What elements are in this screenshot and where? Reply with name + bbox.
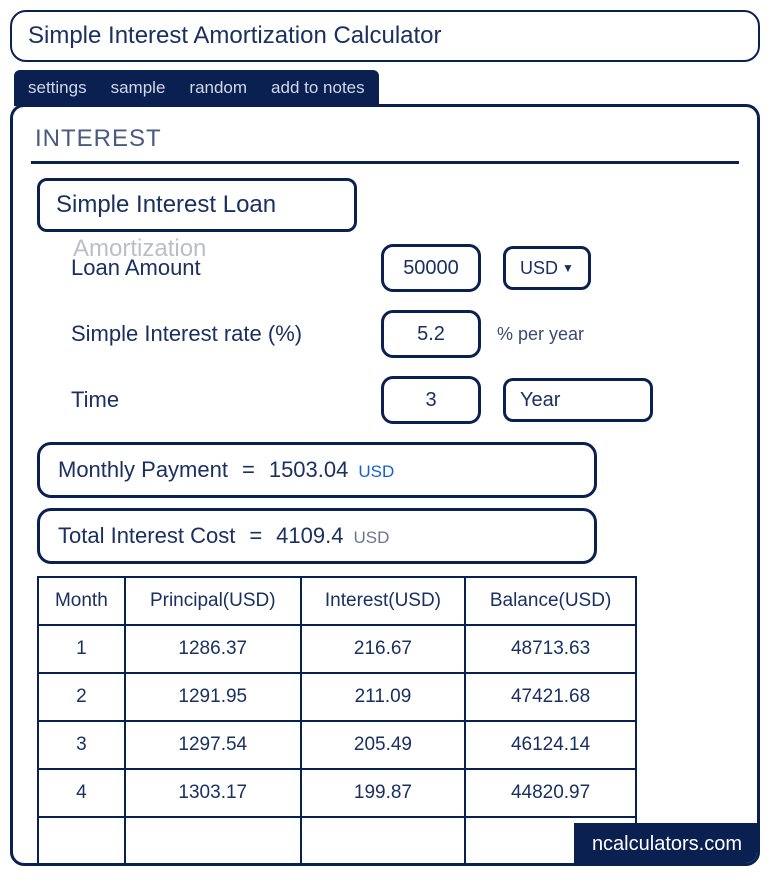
section-title: INTEREST (31, 119, 739, 164)
form: Loan Amount 50000 USD ▼ Simple Interest … (71, 244, 739, 424)
cell-empty (301, 817, 465, 865)
cell-principal: 1303.17 (125, 769, 301, 817)
brand-badge: ncalculators.com (574, 823, 760, 866)
col-principal: Principal(USD) (125, 577, 301, 625)
tab-bar: settings sample random add to notes (14, 70, 379, 106)
loan-amount-input[interactable]: 50000 (381, 244, 481, 292)
total-interest-value: 4109.4 (276, 523, 343, 549)
interest-rate-label: Simple Interest rate (%) (71, 321, 381, 347)
monthly-payment-result: Monthly Payment = 1503.04 USD (37, 442, 597, 498)
table-row: 2 1291.95 211.09 47421.68 (38, 673, 636, 721)
equals-sign: = (242, 457, 255, 483)
interest-rate-unit: % per year (497, 324, 584, 345)
tab-random[interactable]: random (189, 78, 247, 98)
cell-month: 4 (38, 769, 125, 817)
cell-empty (38, 817, 125, 865)
cell-interest: 216.67 (301, 625, 465, 673)
amortization-table: Month Principal(USD) Interest(USD) Balan… (37, 576, 637, 866)
page-title: Simple Interest Amortization Calculator (10, 10, 760, 62)
table-row: 4 1303.17 199.87 44820.97 (38, 769, 636, 817)
cell-month: 3 (38, 721, 125, 769)
col-month: Month (38, 577, 125, 625)
cell-balance: 46124.14 (465, 721, 636, 769)
loan-amount-label: Loan Amount (71, 255, 381, 281)
monthly-payment-label: Monthly Payment (58, 457, 228, 483)
interest-rate-input[interactable]: 5.2 (381, 310, 481, 358)
currency-value: USD (520, 258, 558, 279)
cell-principal: 1291.95 (125, 673, 301, 721)
cell-principal: 1297.54 (125, 721, 301, 769)
cell-interest: 211.09 (301, 673, 465, 721)
tab-add-to-notes[interactable]: add to notes (271, 78, 365, 98)
total-interest-label: Total Interest Cost (58, 523, 235, 549)
col-balance: Balance(USD) (465, 577, 636, 625)
table-row: 1 1286.37 216.67 48713.63 (38, 625, 636, 673)
total-interest-result: Total Interest Cost = 4109.4 USD (37, 508, 597, 564)
tab-settings[interactable]: settings (28, 78, 87, 98)
chevron-down-icon: ▼ (562, 261, 574, 275)
monthly-payment-currency: USD (358, 462, 394, 482)
total-interest-currency: USD (353, 528, 389, 548)
currency-select[interactable]: USD ▼ (503, 246, 591, 290)
time-label: Time (71, 387, 381, 413)
cell-interest: 199.87 (301, 769, 465, 817)
calculator-panel: INTEREST Simple Interest Loan Amortizati… (10, 104, 760, 866)
tab-sample[interactable]: sample (111, 78, 166, 98)
row-interest-rate: Simple Interest rate (%) 5.2 % per year (71, 310, 739, 358)
row-loan-amount: Loan Amount 50000 USD ▼ (71, 244, 739, 292)
cell-interest: 205.49 (301, 721, 465, 769)
cell-balance: 44820.97 (465, 769, 636, 817)
time-unit-select[interactable]: Year (503, 378, 653, 422)
table-row: 3 1297.54 205.49 46124.14 (38, 721, 636, 769)
table-row-truncated (38, 817, 636, 865)
cell-month: 2 (38, 673, 125, 721)
cell-empty (125, 817, 301, 865)
cell-month: 1 (38, 625, 125, 673)
monthly-payment-value: 1503.04 (269, 457, 349, 483)
cell-principal: 1286.37 (125, 625, 301, 673)
time-input[interactable]: 3 (381, 376, 481, 424)
cell-balance: 48713.63 (465, 625, 636, 673)
col-interest: Interest(USD) (301, 577, 465, 625)
equals-sign: = (249, 523, 262, 549)
table-header-row: Month Principal(USD) Interest(USD) Balan… (38, 577, 636, 625)
loan-type-select[interactable]: Simple Interest Loan (37, 178, 357, 232)
cell-balance: 47421.68 (465, 673, 636, 721)
row-time: Time 3 Year (71, 376, 739, 424)
